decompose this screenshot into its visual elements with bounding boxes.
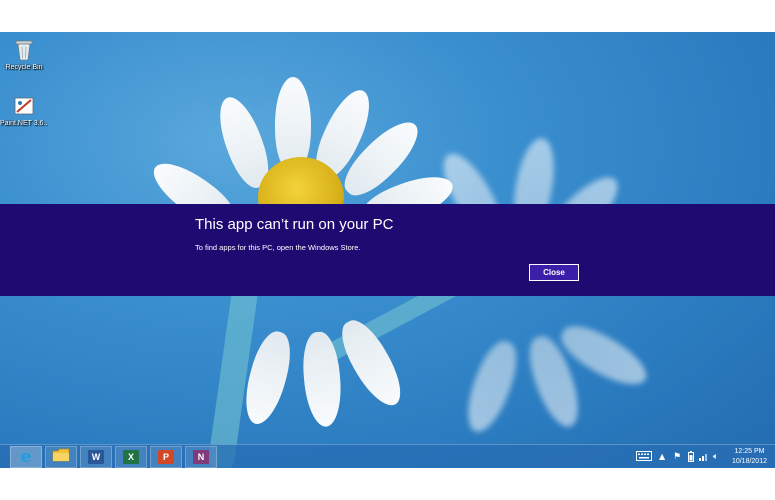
recycle-bin-icon	[13, 38, 35, 62]
clock-date: 10/18/2012	[731, 458, 767, 465]
taskbar-app-onenote[interactable]: N	[185, 446, 217, 468]
dialog-title: This app can’t run on your PC	[195, 216, 394, 233]
taskbar-app-powerpoint[interactable]: P	[150, 446, 182, 468]
taskbar-app-file-explorer[interactable]	[45, 446, 77, 468]
taskbar: e W X P N ▲ ⚑ 🔈︎ 12:25 PM 10/18/2012	[0, 444, 775, 468]
network-icon[interactable]	[699, 451, 709, 465]
taskbar-app-excel[interactable]: X	[115, 446, 147, 468]
close-button[interactable]: Close	[529, 264, 579, 281]
error-dialog: This app can’t run on your PC To find ap…	[0, 204, 775, 296]
desktop-icon-label: Recycle Bin	[5, 64, 43, 71]
desktop: Recycle Bin Paint.NET 3.6... This app ca…	[0, 32, 775, 468]
word-icon: W	[88, 450, 104, 464]
clock[interactable]: 12:25 PM 10/18/2012	[732, 447, 767, 467]
desktop-icon-recycle-bin[interactable]: Recycle Bin	[0, 38, 48, 71]
onenote-icon: N	[193, 450, 209, 464]
flag-icon[interactable]: ⚑	[673, 451, 681, 463]
excel-icon: X	[123, 450, 139, 464]
internet-explorer-icon: e	[20, 447, 32, 467]
powerpoint-icon: P	[158, 450, 174, 464]
taskbar-app-word[interactable]: W	[80, 446, 112, 468]
chevron-up-icon[interactable]: ▲	[659, 451, 665, 463]
paint-net-icon	[13, 94, 35, 118]
desktop-icon-paint-net[interactable]: Paint.NET 3.6...	[0, 94, 48, 127]
folder-icon	[52, 448, 70, 467]
taskbar-app-internet-explorer[interactable]: e	[10, 446, 42, 468]
battery-icon[interactable]	[688, 451, 694, 466]
keyboard-icon[interactable]	[636, 451, 652, 465]
volume-icon[interactable]: 🔈︎	[713, 451, 718, 463]
desktop-icon-label: Paint.NET 3.6...	[0, 120, 48, 127]
dialog-message: To find apps for this PC, open the Windo…	[195, 243, 361, 252]
clock-time: 12:25 PM	[734, 448, 765, 455]
